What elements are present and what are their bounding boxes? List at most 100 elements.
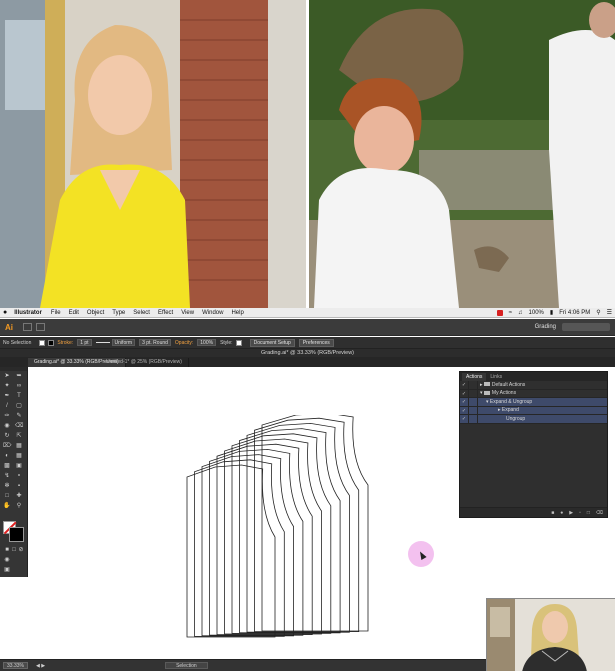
type-tool-icon[interactable]: T bbox=[15, 393, 23, 400]
apple-icon[interactable]: ● bbox=[3, 309, 7, 316]
lasso-tool-icon[interactable]: ∞ bbox=[15, 383, 23, 390]
free-transform-tool-icon[interactable]: ▦ bbox=[15, 443, 23, 450]
magic-wand-tool-icon[interactable]: ✦ bbox=[3, 383, 11, 390]
workspace-switcher[interactable]: Grading bbox=[535, 324, 556, 330]
gradient-tool-icon[interactable]: ▣ bbox=[15, 463, 23, 470]
hand-tool-icon[interactable]: ✋ bbox=[3, 503, 11, 510]
scale-tool-icon[interactable]: ⇱ bbox=[15, 433, 23, 440]
search-field[interactable] bbox=[562, 323, 610, 331]
stop-icon[interactable]: ■ bbox=[551, 510, 554, 516]
eraser-tool-icon[interactable]: ⌫ bbox=[15, 423, 23, 430]
dialog-toggle[interactable] bbox=[469, 381, 478, 389]
bridge-icon[interactable] bbox=[23, 323, 32, 331]
opacity-label[interactable]: Opacity: bbox=[175, 340, 193, 346]
document-setup-button[interactable]: Document Setup bbox=[249, 338, 295, 347]
artboard-nav-icon[interactable]: ◀ ▶ bbox=[36, 663, 45, 669]
menu-file[interactable]: File bbox=[51, 310, 61, 316]
tab-untitled[interactable]: Untitled-1* @ 25% (RGB/Preview) bbox=[100, 358, 189, 367]
pattern-piece[interactable] bbox=[209, 448, 304, 636]
toggle-check-icon[interactable]: ✓ bbox=[460, 381, 469, 389]
arrange-documents-icon[interactable] bbox=[36, 323, 45, 331]
menu-help[interactable]: Help bbox=[231, 310, 243, 316]
draw-mode-icon[interactable]: ◉ bbox=[3, 557, 11, 564]
menu-type[interactable]: Type bbox=[112, 310, 125, 316]
stroke-label[interactable]: Stroke: bbox=[57, 340, 73, 346]
pattern-piece[interactable] bbox=[216, 443, 313, 635]
slice-tool-icon[interactable]: ✚ bbox=[15, 493, 23, 500]
play-icon[interactable]: ▶ bbox=[569, 510, 573, 516]
stroke-black-icon[interactable] bbox=[9, 527, 24, 542]
eyedropper-tool-icon[interactable]: ↯ bbox=[3, 473, 11, 480]
menu-effect[interactable]: Effect bbox=[158, 310, 173, 316]
toggle-check-icon[interactable]: ✓ bbox=[460, 406, 469, 414]
wifi-icon[interactable]: ≈ bbox=[509, 310, 512, 316]
none-mode-icon[interactable]: ⊘ bbox=[17, 547, 25, 554]
toggle-check-icon[interactable]: ✓ bbox=[460, 389, 469, 397]
preferences-button[interactable]: Preferences bbox=[298, 338, 334, 347]
menu-object[interactable]: Object bbox=[87, 310, 104, 316]
variable-width-profile[interactable] bbox=[95, 342, 110, 343]
action-step-label: Ungroup bbox=[506, 415, 526, 422]
dialog-toggle[interactable] bbox=[469, 406, 478, 414]
fill-swatch[interactable] bbox=[39, 339, 46, 346]
menu-view[interactable]: View bbox=[181, 310, 194, 316]
record-action-icon[interactable]: ● bbox=[560, 510, 563, 516]
mesh-tool-icon[interactable]: ▩ bbox=[3, 463, 11, 470]
search-icon[interactable]: ⚲ bbox=[596, 309, 600, 316]
paintbrush-tool-icon[interactable]: ✑ bbox=[3, 413, 11, 420]
menu-app-name[interactable]: Illustrator bbox=[14, 310, 42, 316]
stroke-swatch[interactable] bbox=[48, 339, 55, 346]
menu-edit[interactable]: Edit bbox=[69, 310, 79, 316]
volume-icon[interactable]: ♫ bbox=[518, 310, 523, 316]
rotate-tool-icon[interactable]: ↻ bbox=[3, 433, 11, 440]
perspective-grid-tool-icon[interactable]: ▦ bbox=[15, 453, 23, 460]
toggle-check-icon[interactable]: ✓ bbox=[460, 415, 469, 423]
list-icon[interactable]: ☰ bbox=[607, 309, 612, 316]
style-swatch[interactable] bbox=[235, 339, 242, 346]
record-icon[interactable] bbox=[496, 309, 503, 316]
dialog-toggle[interactable] bbox=[469, 398, 478, 406]
menu-window[interactable]: Window bbox=[202, 310, 223, 316]
pencil-tool-icon[interactable]: ✎ bbox=[15, 413, 23, 420]
pattern-piece[interactable] bbox=[224, 438, 322, 635]
system-menubar: ● Illustrator File Edit Object Type Sele… bbox=[0, 308, 615, 318]
battery-percent[interactable]: 100% bbox=[529, 310, 544, 316]
clock[interactable]: Fri 4:06 PM bbox=[559, 310, 590, 316]
selection-tool-icon[interactable]: ➤ bbox=[3, 373, 11, 380]
toggle-check-icon[interactable]: ✓ bbox=[460, 398, 469, 406]
rectangle-tool-icon[interactable]: ▢ bbox=[15, 403, 23, 410]
tools-grip[interactable] bbox=[0, 367, 27, 371]
shape-builder-tool-icon[interactable]: ◐ bbox=[3, 453, 11, 460]
new-set-icon[interactable]: ▫ bbox=[579, 510, 581, 516]
pattern-piece[interactable] bbox=[201, 454, 294, 637]
zoom-tool-icon[interactable]: ⚲ bbox=[15, 503, 23, 510]
fill-stroke-widget[interactable] bbox=[3, 521, 25, 542]
pattern-piece[interactable] bbox=[261, 415, 369, 632]
zoom-level-field[interactable]: 33.33% bbox=[3, 662, 28, 669]
dialog-toggle[interactable] bbox=[469, 415, 478, 423]
width-tool-icon[interactable]: ⌦ bbox=[3, 443, 11, 450]
graph-tool-icon[interactable]: ▪ bbox=[15, 483, 23, 490]
action-step-ungroup[interactable]: ✓ Ungroup bbox=[460, 415, 607, 424]
menu-select[interactable]: Select bbox=[133, 310, 150, 316]
pen-tool-icon[interactable]: ✒ bbox=[3, 393, 11, 400]
new-action-icon[interactable]: □ bbox=[587, 510, 590, 516]
selection-status: No Selection bbox=[3, 339, 32, 346]
line-tool-icon[interactable]: / bbox=[3, 403, 11, 410]
stroke-weight-field[interactable]: 1 pt bbox=[77, 339, 92, 346]
symbol-sprayer-tool-icon[interactable]: ✻ bbox=[3, 483, 11, 490]
current-tool-status[interactable]: Selection bbox=[165, 662, 208, 669]
opacity-field[interactable]: 100% bbox=[197, 339, 217, 346]
brush-select[interactable]: 3 pt. Round bbox=[139, 339, 171, 346]
trash-icon[interactable]: ⌫ bbox=[596, 510, 603, 516]
graded-pattern-pieces[interactable] bbox=[185, 415, 395, 645]
blob-brush-tool-icon[interactable]: ◉ bbox=[3, 423, 11, 430]
dialog-toggle[interactable] bbox=[469, 389, 478, 397]
application-bar: Ai Grading bbox=[0, 319, 615, 336]
blend-tool-icon[interactable]: ∘ bbox=[15, 473, 23, 480]
artboard-tool-icon[interactable]: □ bbox=[3, 493, 11, 500]
actions-panel: Actions Links ✓ ▸ Default Actions ✓ ▾ My… bbox=[459, 371, 608, 518]
direct-selection-tool-icon[interactable]: ➥ bbox=[15, 373, 23, 380]
profile-select[interactable]: Uniform bbox=[111, 339, 136, 346]
screen-mode-icon[interactable]: ▣ bbox=[3, 567, 11, 574]
